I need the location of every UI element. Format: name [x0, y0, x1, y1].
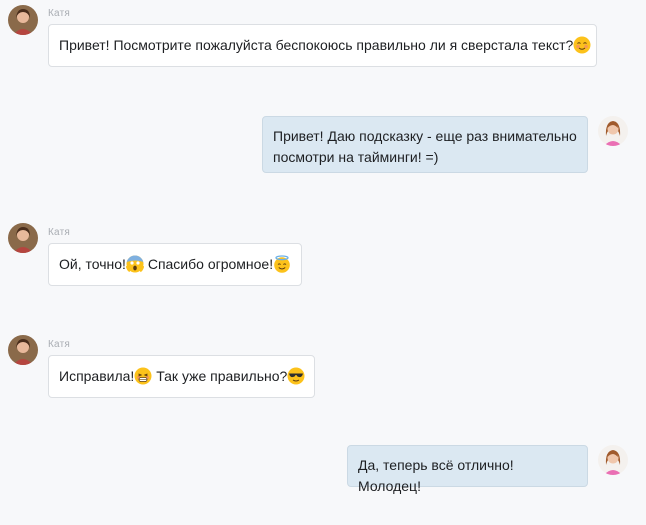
- sender-name: Катя: [48, 339, 70, 350]
- screaming-face-emoji-icon: [125, 255, 144, 273]
- grinning-sweat-emoji-icon: [134, 367, 152, 385]
- message-text: Исправила!: [59, 368, 135, 384]
- avatar-katya[interactable]: [8, 223, 38, 253]
- message-text: Ой, точно!: [59, 256, 126, 272]
- message-text: Да, теперь всё отлично! Молодец!: [358, 457, 514, 494]
- message-bubble[interactable]: Ой, точно! Спасибо огромное!: [48, 243, 302, 286]
- avatar-self[interactable]: [598, 445, 628, 475]
- message-bubble[interactable]: Да, теперь всё отлично! Молодец!: [347, 445, 588, 494]
- avatar-katya[interactable]: [8, 5, 38, 35]
- sender-name: Катя: [48, 227, 70, 238]
- message-text: Спасибо огромное!: [143, 256, 274, 272]
- message-bubble[interactable]: Привет! Даю подсказку - еще раз внимател…: [262, 116, 588, 173]
- message-bubble[interactable]: Привет! Посмотрите пожалуйста беспокоюсь…: [48, 24, 597, 67]
- message-bubble[interactable]: Исправила! Так уже правильно?: [48, 355, 315, 398]
- smiling-blush-emoji-icon: [573, 36, 591, 54]
- message-text: Привет! Посмотрите пожалуйста беспокоюсь…: [59, 37, 574, 53]
- avatar-katya[interactable]: [8, 335, 38, 365]
- sender-name: Катя: [48, 8, 70, 19]
- chat-window: Катя Привет! Посмотрите пожалуйста беспо…: [0, 0, 646, 525]
- sunglasses-emoji-icon: [287, 367, 305, 385]
- message-text: Привет! Даю подсказку - еще раз внимател…: [273, 128, 577, 165]
- message-text: Так уже правильно?: [152, 368, 288, 384]
- avatar-self[interactable]: [598, 116, 628, 146]
- halo-smile-emoji-icon: [273, 255, 291, 273]
